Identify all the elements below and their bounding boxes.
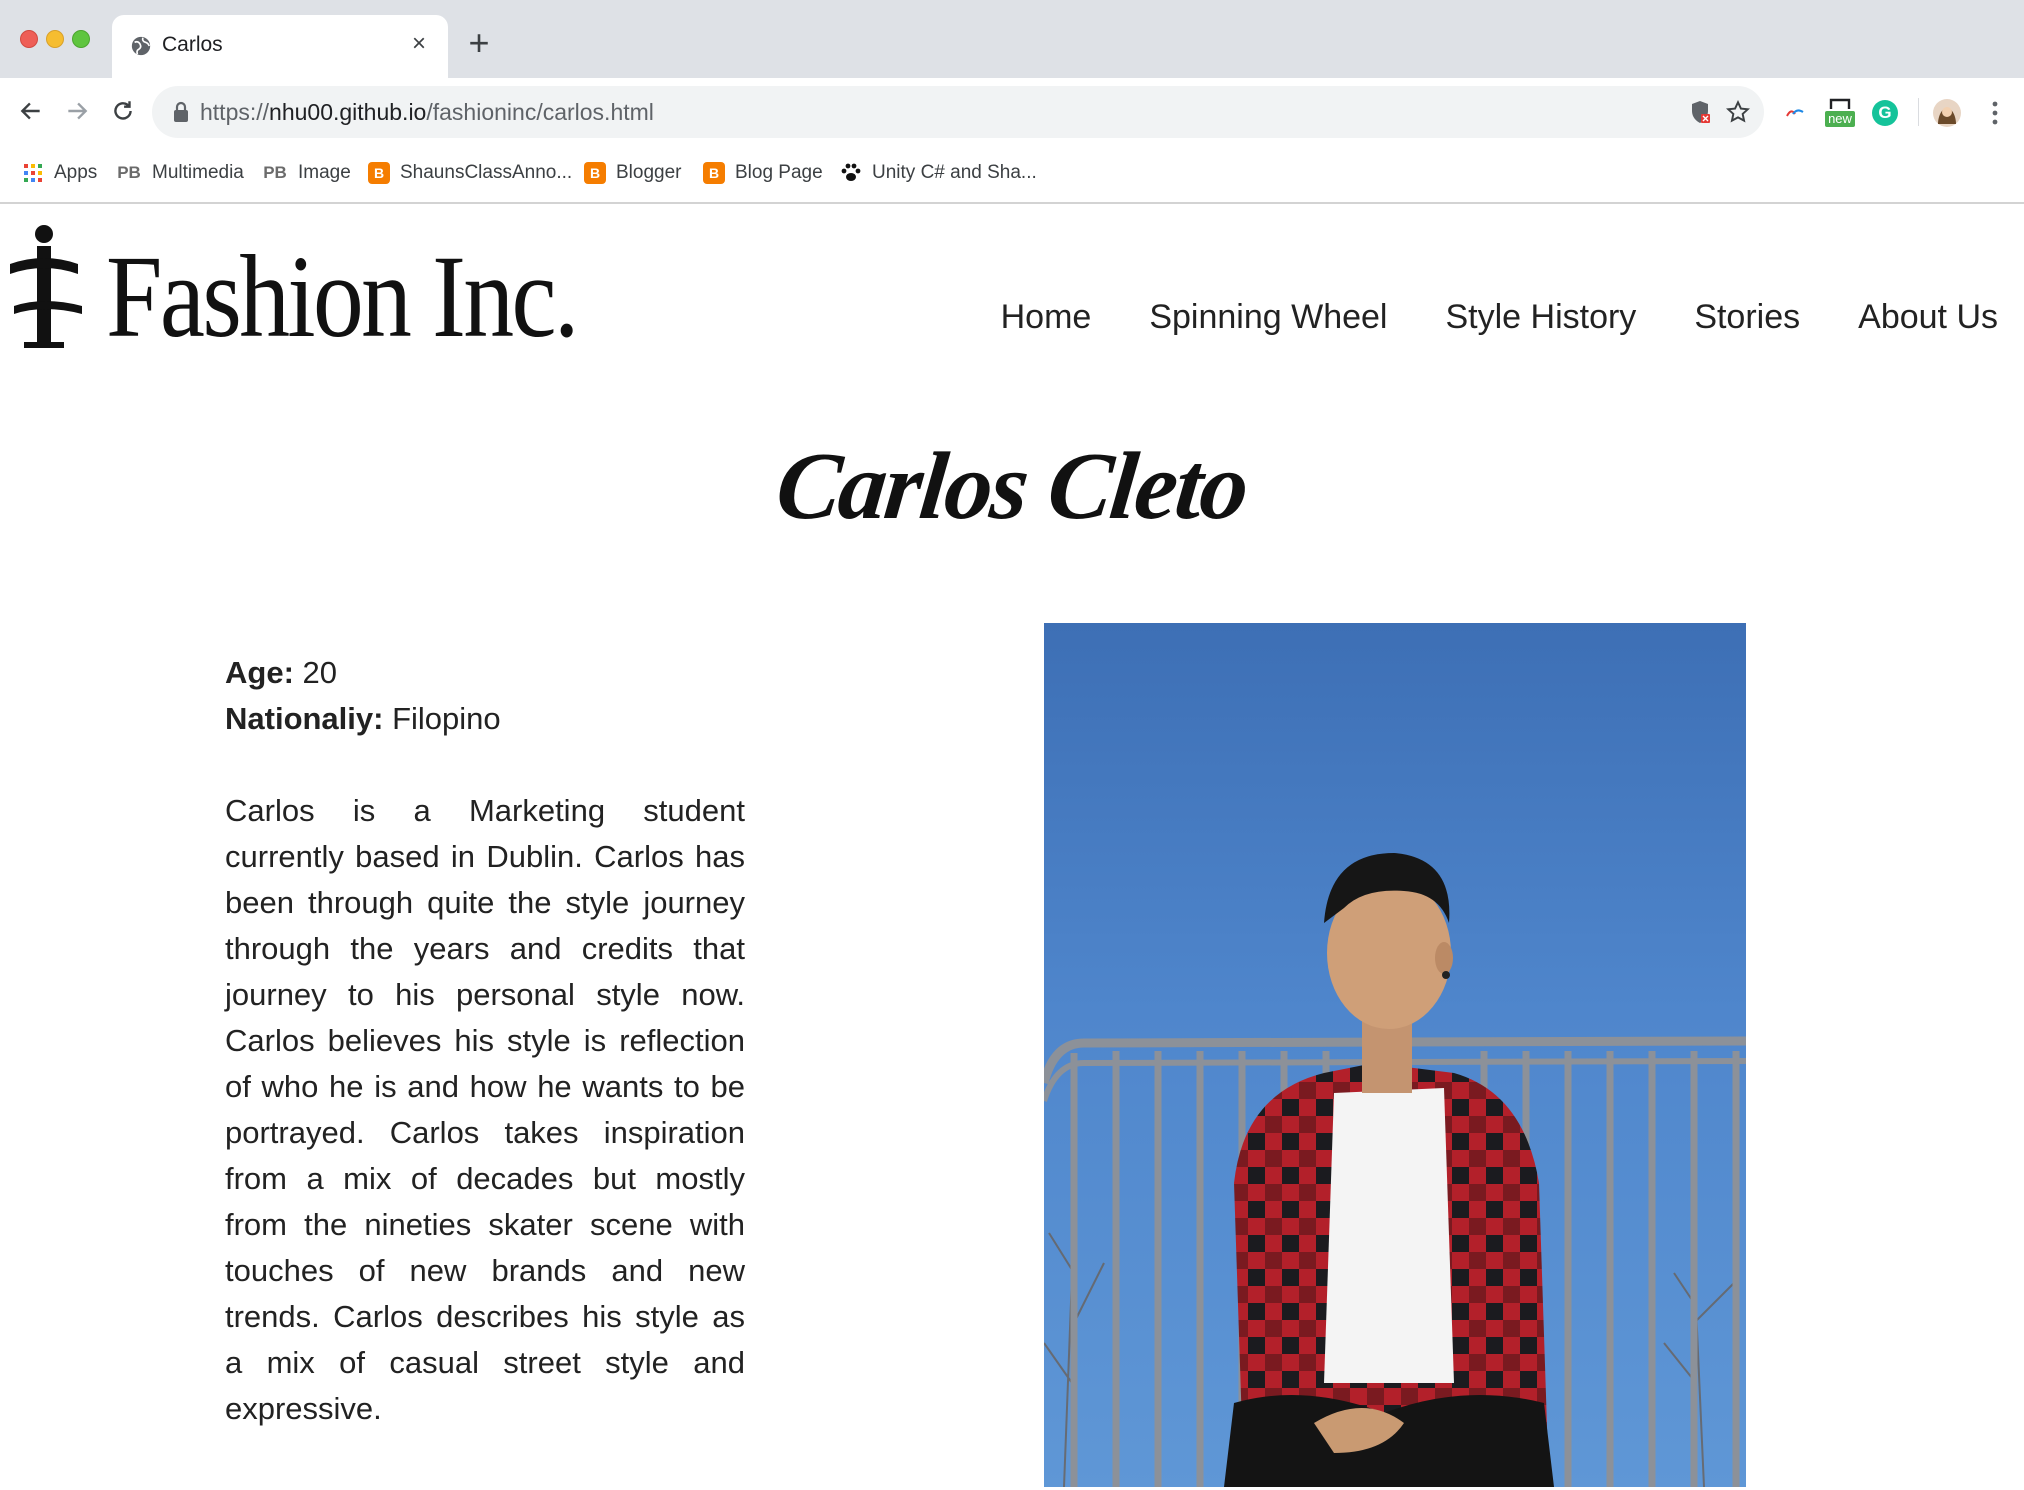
apps-grid-icon	[24, 164, 42, 182]
age-value: 20	[293, 655, 338, 690]
back-button[interactable]	[12, 92, 50, 130]
globe-icon	[131, 36, 151, 56]
grammarly-letter: G	[1872, 100, 1898, 126]
tab-strip: Carlos × +	[0, 0, 2024, 78]
url-scheme: https://	[200, 99, 270, 125]
profile-description: Carlos is a Marketing student currently …	[225, 793, 745, 1426]
extension-new-icon[interactable]: new	[1822, 92, 1858, 132]
bookmark-blog-page[interactable]: B Blog Page	[703, 158, 823, 188]
pb-icon: PB	[263, 163, 287, 182]
arrow-right-icon	[68, 102, 88, 120]
bookmark-label: Blogger	[616, 162, 682, 183]
extension-colorful-icon[interactable]	[1778, 96, 1812, 130]
lock-icon	[174, 101, 188, 122]
photo-illustration	[1044, 853, 1746, 1487]
arrow-left-icon	[20, 102, 40, 120]
site-logo[interactable]: Fashion Inc.	[4, 222, 653, 356]
logo-mark-icon	[10, 225, 82, 348]
browser-toolbar: https://nhu00.github.io/fashioninc/carlo…	[0, 78, 2024, 144]
nav-spinning-wheel[interactable]: Spinning Wheel	[1149, 298, 1387, 337]
close-window-button[interactable]	[20, 30, 38, 48]
zoom-window-button[interactable]	[72, 30, 90, 48]
page-title: Carlos Cleto	[771, 432, 1253, 539]
blogger-icon: B	[584, 162, 606, 184]
tab-close-icon[interactable]: ×	[404, 29, 434, 59]
bookmark-apps[interactable]: Apps	[22, 158, 97, 188]
browser-tab-active[interactable]: Carlos ×	[112, 15, 448, 78]
nav-stories[interactable]: Stories	[1694, 298, 1800, 337]
nav-style-history[interactable]: Style History	[1445, 298, 1636, 337]
nav-about-us[interactable]: About Us	[1858, 298, 1998, 337]
bookmark-image[interactable]: PB Image	[262, 158, 351, 188]
pb-icon: PB	[117, 163, 141, 182]
profile-photo	[1044, 623, 1746, 1487]
profile-bio: Age: 20 Nationaliy: Filopino Carlos is a…	[225, 650, 745, 1432]
bookmark-label: Blog Page	[735, 162, 823, 183]
forward-button[interactable]	[58, 92, 96, 130]
nav-home[interactable]: Home	[1001, 298, 1092, 337]
extension-new-badge: new	[1825, 111, 1855, 127]
main-nav: Home Spinning Wheel Style History Storie…	[1001, 298, 1998, 337]
bookmark-label: ShaunsClassAnno...	[400, 162, 573, 183]
profile-avatar[interactable]	[1930, 96, 1964, 130]
blogger-icon: B	[368, 162, 390, 184]
url-path: /fashioninc/carlos.html	[426, 99, 654, 125]
grammarly-icon[interactable]: G	[1868, 96, 1902, 130]
reload-button[interactable]	[104, 92, 142, 130]
paw-icon	[841, 163, 861, 181]
bookmark-label: Image	[298, 162, 351, 183]
age-label: Age:	[225, 655, 294, 690]
url-host: nhu00.github.io	[269, 99, 427, 125]
minimize-window-button[interactable]	[46, 30, 64, 48]
new-tab-button[interactable]: +	[462, 25, 496, 61]
bookmark-label: Apps	[54, 162, 98, 183]
bookmark-multimedia[interactable]: PB Multimedia	[116, 158, 244, 188]
bookmark-unity[interactable]: Unity C# and Sha...	[840, 158, 1037, 188]
blogger-icon: B	[703, 162, 725, 184]
bookmark-shaunsclass[interactable]: B ShaunsClassAnno...	[368, 158, 572, 188]
bookmark-blogger[interactable]: B Blogger	[584, 158, 682, 188]
address-bar[interactable]: https://nhu00.github.io/fashioninc/carlo…	[152, 86, 1764, 138]
nationality-row: Nationaliy: Filopino	[225, 696, 745, 742]
nationality-value: Filopino	[383, 701, 501, 736]
tab-title: Carlos	[162, 33, 223, 56]
menu-kebab-icon[interactable]	[1978, 96, 2012, 130]
reload-icon	[114, 101, 132, 120]
bookmarks-bar: Apps PB Multimedia PB Image B ShaunsClas…	[0, 144, 2024, 204]
bookmark-label: Multimedia	[152, 162, 244, 183]
toolbar-divider	[1918, 98, 1919, 126]
bookmark-star-icon[interactable]	[1724, 98, 1752, 126]
url-text: https://nhu00.github.io/fashioninc/carlo…	[200, 99, 654, 126]
nationality-label: Nationaliy:	[225, 701, 384, 736]
logo-text: Fashion Inc.	[106, 231, 579, 362]
bookmark-label: Unity C# and Sha...	[872, 162, 1037, 183]
tracking-shield-icon[interactable]	[1686, 98, 1714, 126]
age-row: Age: 20	[225, 650, 745, 696]
